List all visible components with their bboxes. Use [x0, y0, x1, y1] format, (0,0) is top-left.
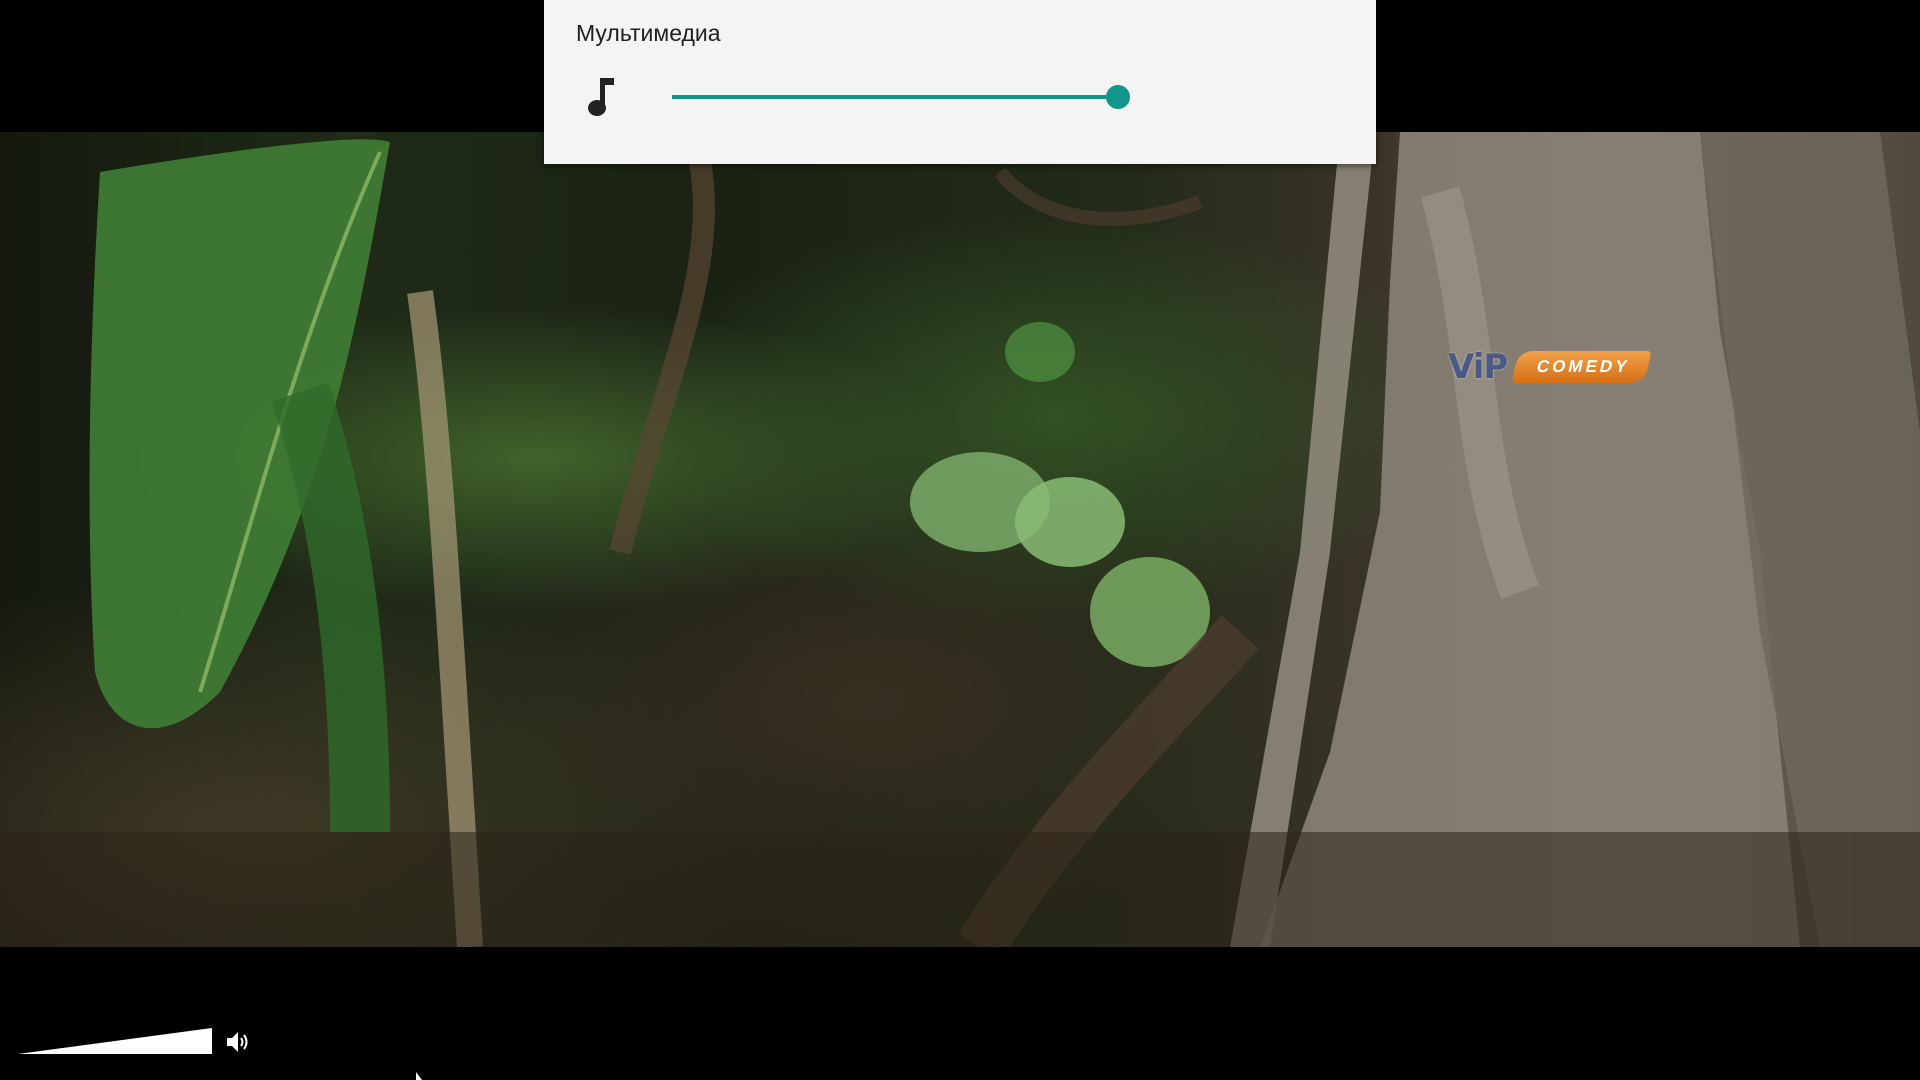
- volume-wedge: [18, 1028, 212, 1054]
- video-frame[interactable]: ViP COMEDY: [0, 132, 1920, 947]
- slider-thumb[interactable]: [1106, 85, 1130, 109]
- jungle-scene: [0, 132, 1920, 947]
- player-volume-slider[interactable]: [18, 1026, 214, 1054]
- channel-logo-vip: ViP: [1448, 347, 1508, 387]
- volume-panel-title: Мультимедиа: [576, 20, 721, 46]
- media-volume-slider[interactable]: [672, 82, 1130, 112]
- media-volume-panel: Мультимедиа: [544, 0, 1376, 164]
- channel-logo: ViP COMEDY: [1448, 347, 1652, 387]
- screen: ViP COMEDY Мультимедиа: [0, 0, 1920, 1080]
- speaker-icon[interactable]: [226, 1031, 252, 1053]
- music-note-icon[interactable]: [586, 76, 620, 118]
- slider-fill: [672, 95, 1118, 99]
- channel-logo-comedy: COMEDY: [1511, 351, 1652, 383]
- mouse-cursor-icon: [416, 1072, 422, 1080]
